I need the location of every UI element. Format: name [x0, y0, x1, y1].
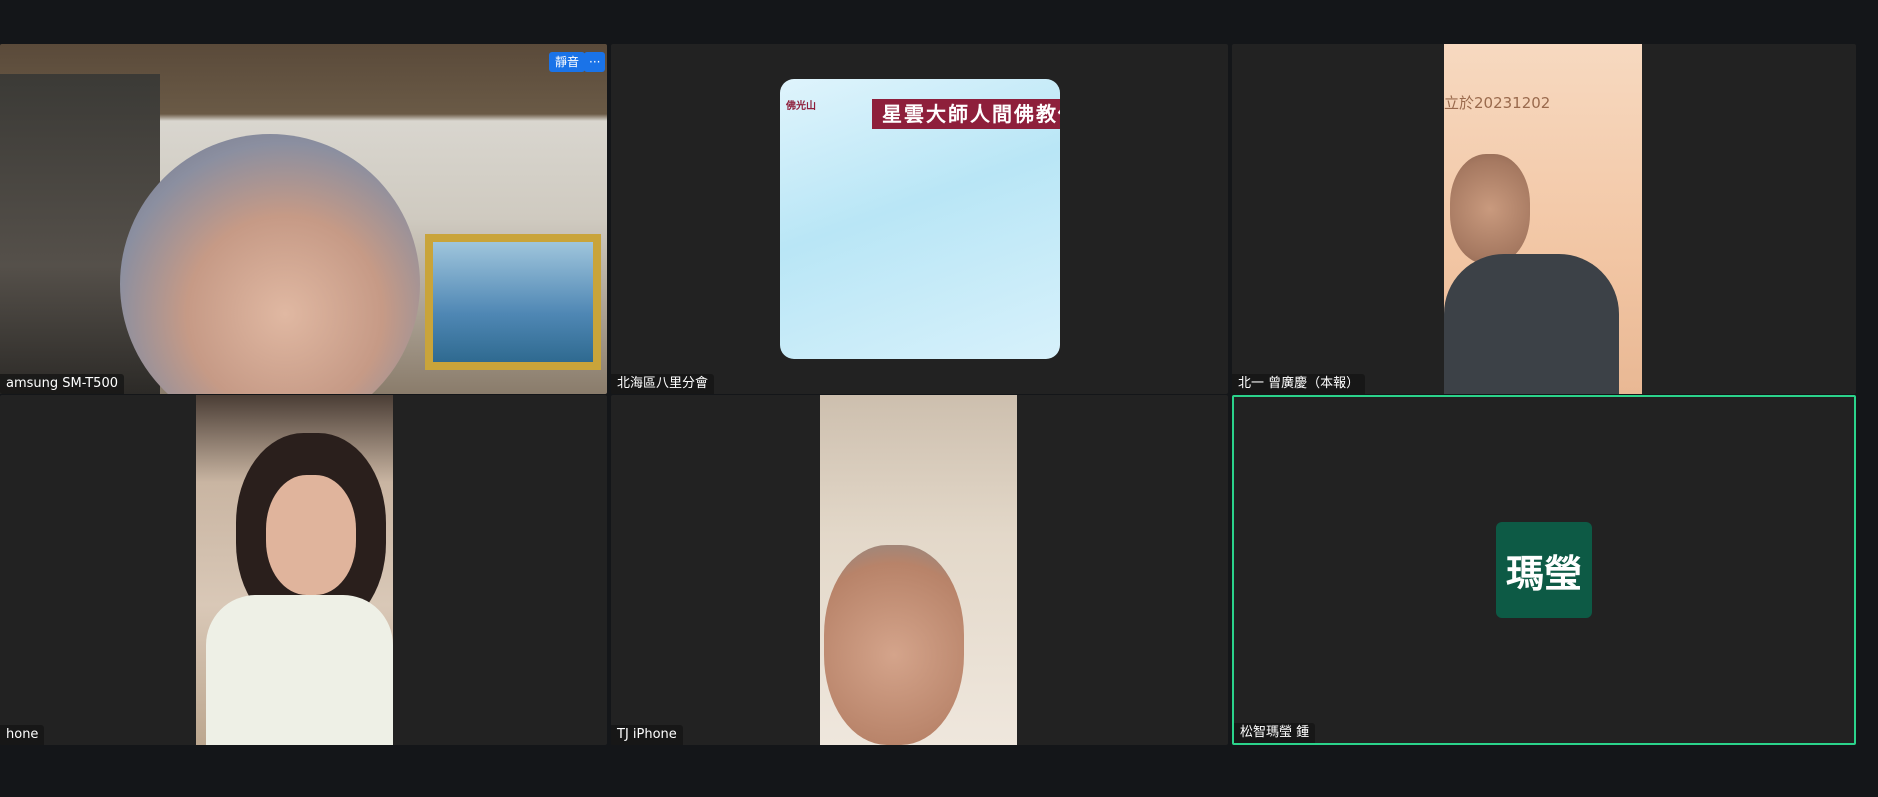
participant-name-label: 北海區八里分會 — [611, 374, 715, 394]
participant-tile-tj-iphone[interactable]: TJ iPhone — [611, 395, 1228, 745]
person-shirt — [1444, 254, 1619, 394]
participant-name-label: hone — [0, 725, 45, 745]
person-head — [120, 134, 420, 394]
meeting-gallery-view: 靜音 ··· amsung SM-T500 佛光山 星雲大師人間佛教傳 北海區八… — [0, 0, 1878, 797]
participant-video — [0, 44, 607, 394]
participant-video — [820, 395, 1017, 745]
person-shirt — [206, 595, 393, 745]
person-head — [824, 545, 964, 745]
participant-tile-zhong[interactable]: 瑪瑩 松智瑪瑩 鍾 — [1232, 395, 1856, 745]
more-options-button[interactable]: ··· — [584, 52, 606, 72]
participant-tile-zeng[interactable]: 立於20231202 北一 曾廣慶（本報） — [1232, 44, 1856, 394]
participant-tile-iphone[interactable]: hone — [0, 395, 607, 745]
participant-name-label: amsung SM-T500 — [0, 374, 124, 394]
person-face — [266, 475, 356, 595]
participant-tile-samsung[interactable]: 靜音 ··· amsung SM-T500 — [0, 44, 607, 394]
shared-content-banner: 星雲大師人間佛教傳 — [872, 99, 1060, 129]
participant-video — [196, 395, 393, 745]
participant-video: 立於20231202 — [1444, 44, 1642, 394]
backdrop-text: 立於20231202 — [1444, 94, 1551, 112]
avatar: 瑪瑩 — [1496, 522, 1592, 618]
person-head — [1450, 154, 1530, 264]
participant-name-label: 北一 曾廣慶（本報） — [1232, 374, 1366, 394]
painting — [425, 234, 601, 370]
shared-content-card: 佛光山 星雲大師人間佛教傳 — [780, 79, 1060, 359]
participant-name-label: 松智瑪瑩 鍾 — [1234, 723, 1316, 743]
foguangshan-logo: 佛光山 — [786, 101, 816, 112]
participant-tile-bali[interactable]: 佛光山 星雲大師人間佛教傳 北海區八里分會 — [611, 44, 1228, 394]
mute-button[interactable]: 靜音 — [549, 52, 586, 72]
participant-name-label: TJ iPhone — [611, 725, 683, 745]
